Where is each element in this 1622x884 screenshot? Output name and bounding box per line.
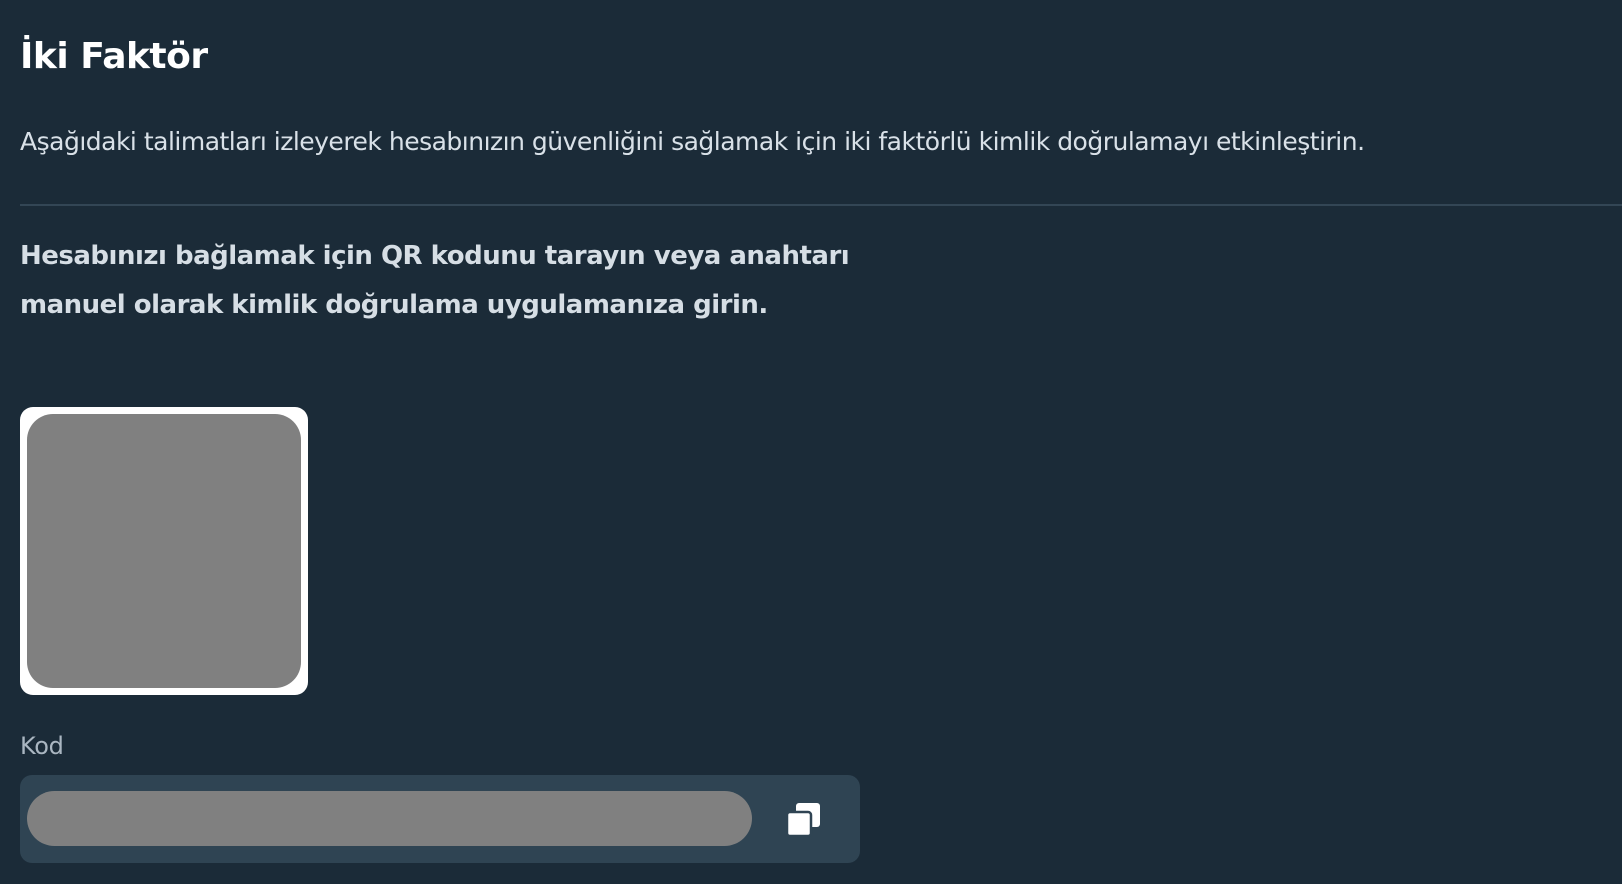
code-box bbox=[20, 775, 860, 863]
divider bbox=[20, 204, 1622, 206]
code-label: Kod bbox=[20, 732, 64, 760]
copy-button[interactable] bbox=[782, 797, 826, 841]
code-field[interactable] bbox=[27, 791, 752, 846]
page-description: Aşağıdaki talimatları izleyerek hesabını… bbox=[20, 127, 1365, 156]
page-title: İki Faktör bbox=[20, 36, 208, 77]
copy-icon bbox=[785, 801, 822, 838]
two-factor-page: İki Faktör Aşağıdaki talimatları izleyer… bbox=[20, 0, 1622, 884]
qr-code-image bbox=[27, 414, 301, 688]
qr-instructions: Hesabınızı bağlamak için QR kodunu taray… bbox=[20, 241, 850, 320]
qr-code-frame bbox=[20, 407, 308, 695]
